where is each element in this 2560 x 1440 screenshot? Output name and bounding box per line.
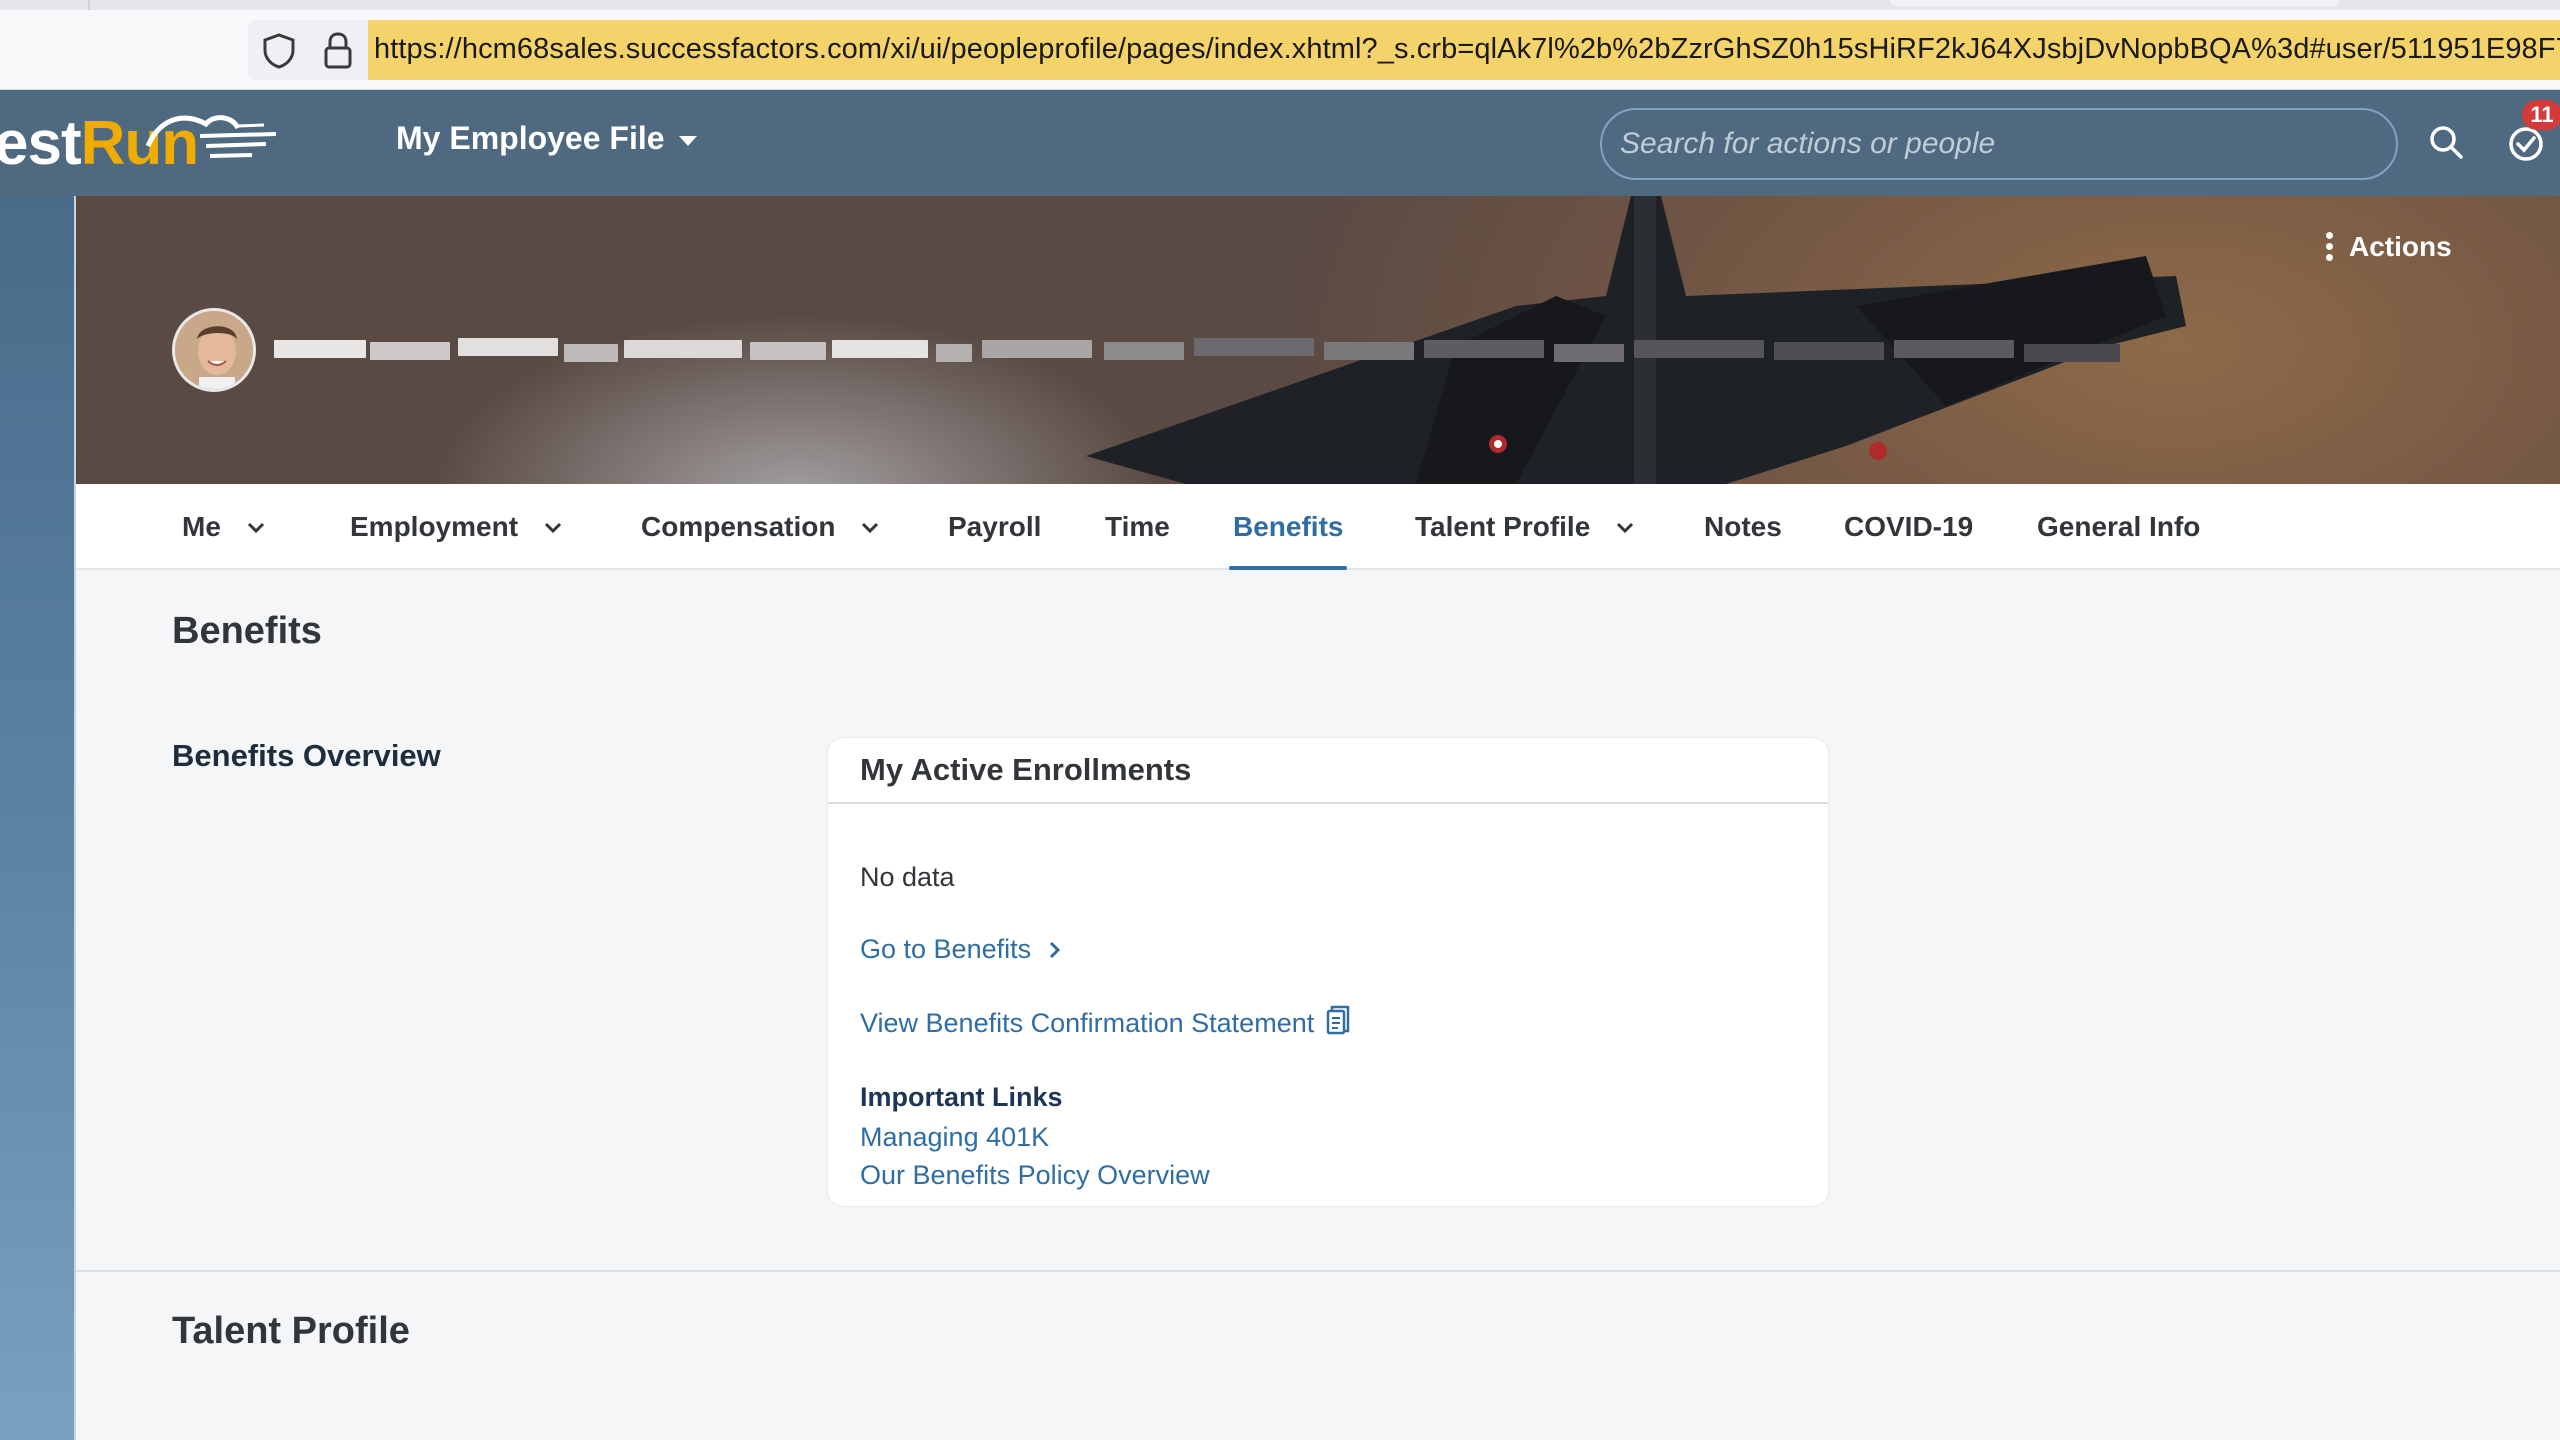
browser-tab-strip — [0, 0, 2560, 10]
chevron-down-icon — [247, 522, 264, 534]
search-icon[interactable] — [2426, 122, 2466, 162]
benefits-overview-label: Benefits Overview — [172, 738, 441, 773]
tab-notes[interactable]: Notes — [1704, 484, 1782, 570]
tab-label: General Info — [2037, 511, 2201, 542]
logo-text-best: est — [0, 109, 82, 178]
app-title: My Employee File — [396, 120, 665, 156]
benefits-policy-overview-link[interactable]: Our Benefits Policy Overview — [860, 1160, 1210, 1191]
url-text[interactable]: https://hcm68sales.successfactors.com/xi… — [374, 33, 2560, 66]
app-title-menu[interactable]: My Employee File — [396, 120, 697, 157]
active-enrollments-card: My Active Enrollments No data Go to Bene… — [828, 738, 1828, 1206]
chevron-down-icon — [1617, 522, 1634, 534]
tab-time[interactable]: Time — [1105, 484, 1170, 570]
tab-benefits[interactable]: Benefits — [1228, 484, 1348, 570]
card-title: My Active Enrollments — [860, 752, 1192, 787]
tab-payroll[interactable]: Payroll — [948, 484, 1041, 570]
chevron-down-icon — [862, 522, 879, 534]
go-to-benefits-label: Go to Benefits — [860, 934, 1032, 964]
confirmation-statement-label: View Benefits Confirmation Statement — [860, 1008, 1315, 1038]
employee-name-redacted — [274, 328, 2134, 380]
actions-button[interactable]: Actions — [2326, 230, 2452, 263]
actions-label: Actions — [2349, 230, 2452, 262]
document-icon — [1326, 1005, 1350, 1034]
section-tab-bar: Me Employment Compensation Payroll Time … — [76, 484, 2560, 570]
todo-check-icon[interactable] — [2506, 124, 2546, 164]
main-content: Benefits Benefits Overview My Active Enr… — [76, 570, 2560, 1440]
tab-label: COVID-19 — [1844, 511, 1974, 542]
left-side-panel — [0, 196, 76, 1440]
no-data-text: No data — [860, 862, 955, 892]
caret-down-icon — [678, 135, 697, 146]
tab-label: Time — [1105, 511, 1170, 542]
profile-header-banner: Actions H — [76, 196, 2560, 484]
go-to-benefits-link[interactable]: Go to Benefits — [860, 934, 1065, 965]
page-title: Benefits — [172, 610, 322, 652]
tab-talent-profile[interactable]: Talent Profile — [1415, 484, 1636, 570]
shield-icon[interactable] — [262, 33, 296, 69]
notification-badge[interactable]: 11 — [2522, 100, 2560, 130]
chevron-right-icon — [1050, 941, 1061, 958]
tab-label: Notes — [1704, 511, 1782, 542]
card-divider — [828, 802, 1828, 804]
section-divider — [76, 1270, 2560, 1272]
more-vertical-icon — [2326, 230, 2333, 263]
tab-divider — [88, 0, 90, 10]
tab-label: Employment — [350, 511, 519, 542]
chevron-down-icon — [544, 522, 562, 534]
managing-401k-link[interactable]: Managing 401K — [860, 1122, 1049, 1153]
tab-label: Compensation — [641, 511, 836, 542]
talent-profile-heading: Talent Profile — [172, 1310, 410, 1352]
tab-employment[interactable]: Employment — [350, 484, 564, 570]
tab-general-info[interactable]: General Info — [2037, 484, 2200, 570]
tab-covid-19[interactable]: COVID-19 — [1844, 484, 1973, 570]
tab-compensation[interactable]: Compensation — [641, 484, 881, 570]
shell-bar: estRun My Employee File 11 — [0, 90, 2560, 196]
tab-label: Payroll — [948, 511, 1042, 542]
tab-me[interactable]: Me — [182, 484, 267, 570]
view-confirmation-statement-link[interactable]: View Benefits Confirmation Statement — [860, 1005, 1352, 1039]
tab-label: Benefits — [1233, 511, 1344, 542]
lock-icon[interactable] — [322, 31, 354, 71]
avatar-face-image — [175, 311, 253, 389]
tab-label: Me — [182, 511, 221, 542]
search-input[interactable] — [1600, 108, 2398, 180]
avatar[interactable] — [172, 308, 256, 392]
browser-tab[interactable] — [1890, 0, 2340, 6]
tab-label: Talent Profile — [1415, 511, 1591, 542]
important-links-heading: Important Links — [860, 1082, 1063, 1112]
logo-swoosh-icon — [145, 115, 277, 158]
